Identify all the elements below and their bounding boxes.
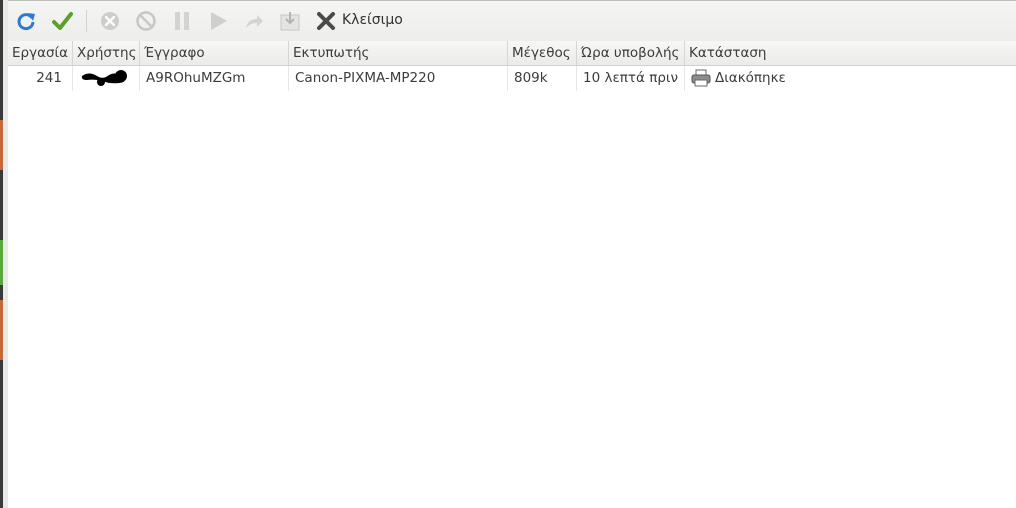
job-table-header: Εργασία Χρήστης Έγγραφο Εκτυπωτής Μέγεθο… (8, 41, 1016, 66)
job-submitted: 10 λεπτά πριν (577, 66, 685, 91)
job-id: 241 (8, 66, 73, 91)
refresh-icon[interactable] (14, 9, 38, 33)
column-submitted[interactable]: Ώρα υποβολής (577, 41, 685, 65)
play-icon[interactable] (206, 9, 230, 33)
redirect-icon[interactable] (242, 9, 266, 33)
column-printer[interactable]: Εκτυπωτής (289, 41, 508, 65)
job-status: Διακόπηκε (685, 66, 1016, 91)
toolbar: Κλείσιμο (8, 0, 1016, 42)
close-label[interactable]: Κλείσιμο (342, 12, 403, 28)
cancel-icon[interactable] (98, 9, 122, 33)
close-icon (317, 12, 335, 30)
window-edge (0, 0, 8, 508)
redacted-user-scribble (81, 70, 127, 86)
column-document[interactable]: Έγγραφο (140, 41, 289, 65)
check-icon[interactable] (50, 9, 74, 33)
toolbar-separator (86, 10, 87, 32)
job-document: A9ROhuMZGm (140, 66, 289, 91)
column-size[interactable]: Μέγεθος (508, 41, 577, 65)
edge-accent (0, 240, 3, 285)
stop-icon[interactable] (134, 9, 158, 33)
job-printer: Canon-PIXMA-MP220 (289, 66, 508, 91)
status-text: Διακόπηκε (715, 70, 786, 86)
column-job[interactable]: Εργασία (8, 41, 73, 65)
printer-icon (691, 69, 711, 87)
job-size: 809k (508, 66, 577, 91)
close-button[interactable] (314, 9, 338, 33)
edge-accent (0, 300, 3, 360)
job-user (73, 66, 140, 91)
column-status[interactable]: Κατάσταση (685, 41, 1016, 65)
pause-icon[interactable] (170, 9, 194, 33)
column-user[interactable]: Χρήστης (73, 41, 140, 65)
move-icon[interactable] (278, 9, 302, 33)
edge-accent (0, 120, 3, 170)
table-row[interactable]: 241 A9ROhuMZGm Canon-PIXMA-MP220 809k 10… (8, 66, 1016, 91)
